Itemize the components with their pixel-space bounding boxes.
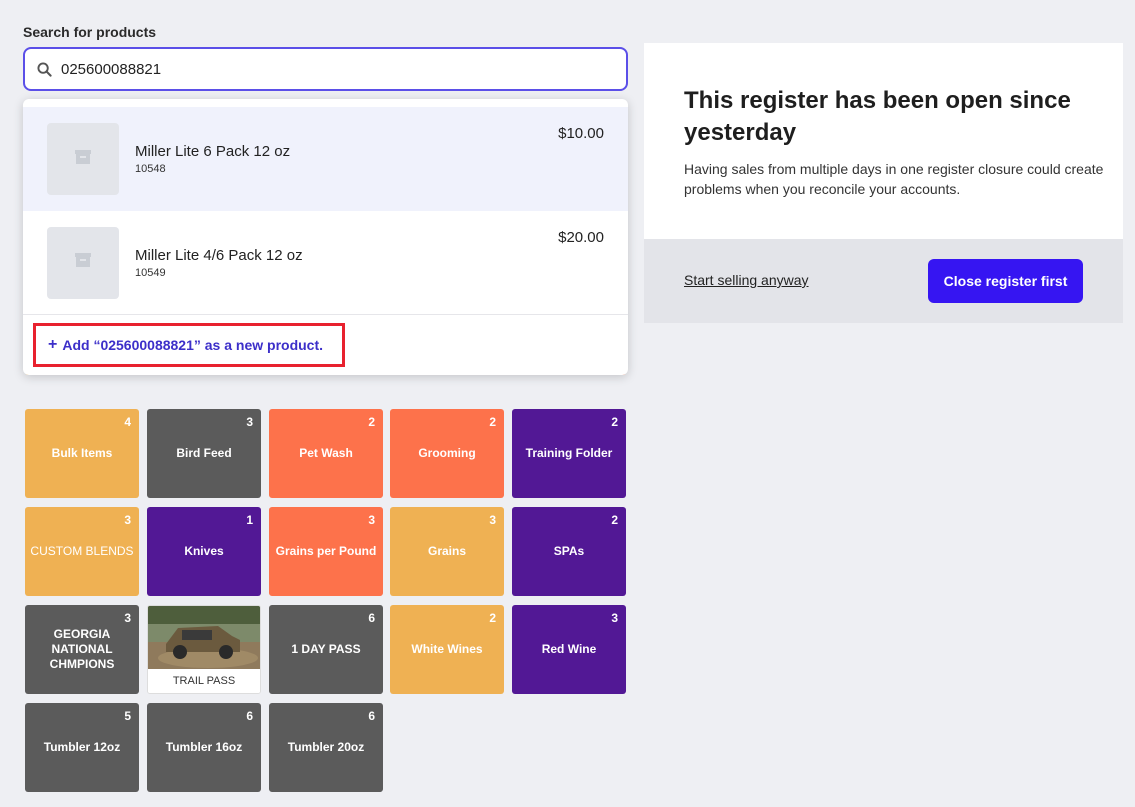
- tile-label: Tumbler 20oz: [287, 740, 365, 754]
- tile-count: 3: [124, 611, 131, 625]
- tile-count: 4: [124, 415, 131, 429]
- tile-label: Tumbler 16oz: [165, 740, 243, 754]
- category-tile[interactable]: 3 CUSTOM BLENDS: [25, 507, 139, 596]
- tile-label: CUSTOM BLENDS: [30, 544, 134, 558]
- search-result-item[interactable]: Miller Lite 4/6 Pack 12 oz 10549 $20.00: [23, 211, 628, 315]
- tile-label: Bird Feed: [176, 446, 232, 460]
- tile-label: Tumbler 12oz: [43, 740, 121, 754]
- result-price: $10.00: [558, 125, 604, 142]
- category-tile[interactable]: 2 SPAs: [512, 507, 626, 596]
- start-selling-anyway-link[interactable]: Start selling anyway: [684, 272, 809, 288]
- tile-count: 2: [489, 415, 496, 429]
- notice-description: Having sales from multiple days in one r…: [684, 161, 1104, 197]
- tile-count: 1: [246, 513, 253, 527]
- category-tile[interactable]: 4 Bulk Items: [25, 409, 139, 498]
- category-tile[interactable]: 3 GEORGIA NATIONAL CHMPIONS: [25, 605, 139, 694]
- tile-count: 3: [489, 513, 496, 527]
- tile-count: 2: [611, 415, 618, 429]
- tile-label: Grains per Pound: [275, 544, 377, 558]
- category-tile[interactable]: 6 Tumbler 20oz: [269, 703, 383, 792]
- tile-label: TRAIL PASS: [148, 669, 260, 693]
- tile-label: Grooming: [418, 446, 476, 460]
- tile-count: 5: [124, 709, 131, 723]
- category-tile[interactable]: 3 Red Wine: [512, 605, 626, 694]
- tile-count: 3: [368, 513, 375, 527]
- category-tile[interactable]: 6 Tumbler 16oz: [147, 703, 261, 792]
- search-result-item[interactable]: Miller Lite 6 Pack 12 oz 10548 $10.00: [23, 107, 628, 211]
- category-tile[interactable]: 2 Training Folder: [512, 409, 626, 498]
- result-sku: 10549: [135, 266, 166, 279]
- tile-count: 6: [368, 709, 375, 723]
- tile-label: 1 DAY PASS: [291, 642, 361, 656]
- tile-count: 2: [611, 513, 618, 527]
- tile-label: Training Folder: [525, 446, 613, 460]
- category-tile[interactable]: 3 Grains: [390, 507, 504, 596]
- tile-label: Grains: [427, 544, 466, 558]
- plus-icon: +: [48, 336, 58, 353]
- tile-label: White Wines: [411, 642, 483, 656]
- tile-label: Red Wine: [541, 642, 597, 656]
- tile-label: SPAs: [553, 544, 585, 558]
- search-icon: [37, 61, 53, 77]
- category-tile[interactable]: 2 Pet Wash: [269, 409, 383, 498]
- search-box[interactable]: [23, 47, 628, 91]
- search-input[interactable]: [61, 60, 581, 78]
- result-name: Miller Lite 4/6 Pack 12 oz: [135, 246, 303, 264]
- tile-count: 3: [246, 415, 253, 429]
- notice-title: This register has been open since yester…: [684, 87, 1071, 146]
- offroad-truck-photo: [148, 606, 260, 671]
- category-tile[interactable]: 3 Grains per Pound: [269, 507, 383, 596]
- product-thumbnail: [47, 226, 119, 299]
- tile-count: 3: [611, 611, 618, 625]
- category-tile[interactable]: 2 Grooming: [390, 409, 504, 498]
- result-sku: 10548: [135, 163, 166, 175]
- category-tile[interactable]: 3 Bird Feed: [147, 409, 261, 498]
- product-thumbnail: [47, 123, 119, 195]
- register-open-notice: This register has been open since yester…: [644, 43, 1123, 323]
- result-name: Miller Lite 6 Pack 12 oz: [135, 143, 291, 160]
- notice-actions: Start selling anyway Close register firs…: [644, 239, 1123, 323]
- category-tile-photo[interactable]: TRAIL PASS: [147, 605, 261, 694]
- result-price: $20.00: [558, 229, 604, 246]
- tile-count: 6: [246, 709, 253, 723]
- category-tile[interactable]: 1 Knives: [147, 507, 261, 596]
- category-tile[interactable]: 2 White Wines: [390, 605, 504, 694]
- tile-count: 2: [368, 415, 375, 429]
- box-icon: [74, 149, 92, 170]
- box-icon: [74, 252, 92, 273]
- add-new-product-label: Add “025600088821” as a new product.: [62, 337, 324, 353]
- search-results-dropdown: Miller Lite 6 Pack 12 oz 10548 $10.00 Mi…: [23, 99, 628, 375]
- category-tile[interactable]: 6 1 DAY PASS: [269, 605, 383, 694]
- tile-count: 6: [368, 611, 375, 625]
- tile-label: Knives: [184, 544, 224, 558]
- category-tile[interactable]: 5 Tumbler 12oz: [25, 703, 139, 792]
- tile-label: Bulk Items: [51, 446, 113, 460]
- tile-label: Pet Wash: [299, 446, 353, 460]
- tile-label: GEORGIA NATIONAL CHMPIONS: [49, 627, 115, 671]
- tile-count: 2: [489, 611, 496, 625]
- close-register-first-button[interactable]: Close register first: [928, 259, 1083, 303]
- add-new-product-button[interactable]: + Add “025600088821” as a new product.: [33, 323, 345, 367]
- tile-count: 3: [124, 513, 131, 527]
- search-label: Search for products: [23, 24, 157, 40]
